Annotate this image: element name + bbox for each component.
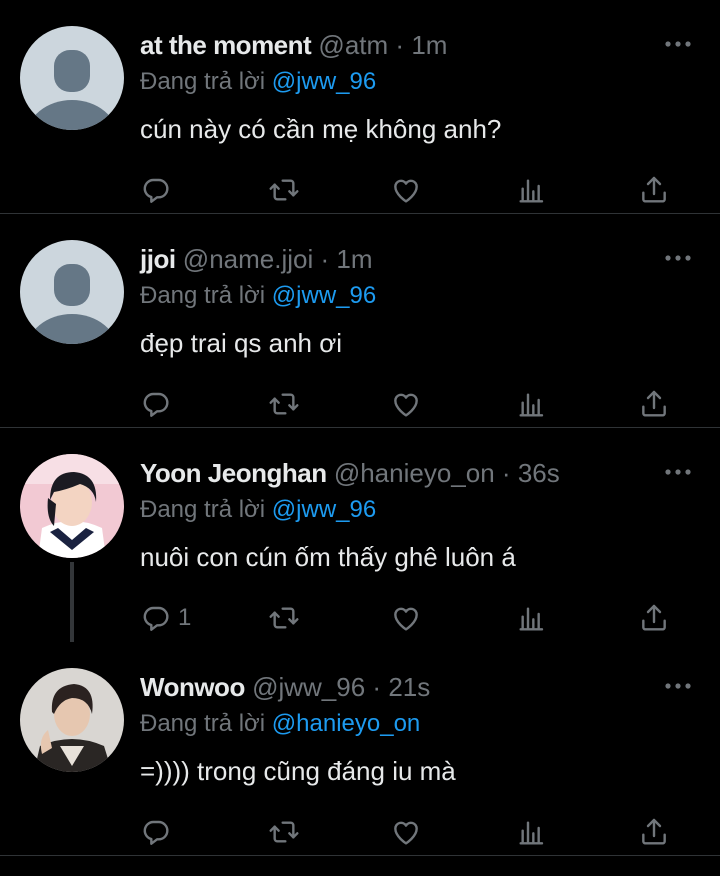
dot-separator: ·: [372, 672, 382, 702]
handle[interactable]: @hanieyo_on: [334, 458, 495, 488]
retweet-icon: [268, 388, 300, 420]
like-button[interactable]: [390, 172, 422, 208]
like-icon: [390, 388, 422, 420]
display-name[interactable]: at the moment: [140, 30, 312, 60]
avatar[interactable]: [20, 454, 124, 558]
views-button[interactable]: [516, 600, 548, 636]
share-button[interactable]: [638, 172, 670, 208]
tweet-actions: [140, 814, 680, 850]
mention-link[interactable]: @jww_96: [272, 282, 376, 309]
display-name[interactable]: jjoi: [140, 244, 176, 274]
replying-to-label: Đang trả lời: [140, 710, 266, 737]
timestamp[interactable]: 21s: [388, 672, 430, 702]
views-icon: [516, 388, 548, 420]
display-name[interactable]: Wonwoo: [140, 672, 245, 702]
avatar[interactable]: [20, 26, 124, 130]
dot-separator: ·: [320, 244, 330, 274]
profile-photo: [20, 454, 124, 558]
timestamp[interactable]: 36s: [518, 458, 560, 488]
tweet-header: jjoi @name.jjoi · 1m: [140, 244, 373, 275]
timestamp[interactable]: 1m: [411, 30, 447, 60]
share-button[interactable]: [638, 386, 670, 422]
display-name[interactable]: Yoon Jeonghan: [140, 458, 327, 488]
handle[interactable]: @atm: [318, 30, 388, 60]
reply-button[interactable]: [140, 386, 178, 422]
share-icon: [638, 816, 670, 848]
replying-to-label: Đang trả lời: [140, 282, 266, 309]
tweet[interactable]: at the moment @atm · 1m Đang trả lời @jw…: [0, 0, 720, 214]
mention-link[interactable]: @hanieyo_on: [272, 710, 420, 737]
views-button[interactable]: [516, 386, 548, 422]
views-button[interactable]: [516, 172, 548, 208]
views-icon: [516, 602, 548, 634]
more-icon[interactable]: [664, 466, 692, 478]
like-button[interactable]: [390, 600, 422, 636]
dot-separator: ·: [395, 30, 405, 60]
reply-icon: [140, 174, 172, 206]
views-icon: [516, 816, 548, 848]
reply-icon: [140, 816, 172, 848]
reply-button[interactable]: [140, 172, 178, 208]
tweet[interactable]: jjoi @name.jjoi · 1m Đang trả lời @jww_9…: [0, 214, 720, 428]
default-avatar-icon: [27, 50, 117, 130]
profile-photo: [20, 668, 124, 772]
more-icon[interactable]: [664, 38, 692, 50]
tweet-text: nuôi con cún ốm thấy ghê luôn á: [140, 542, 516, 572]
like-icon: [390, 816, 422, 848]
tweet-text: cún này có cần mẹ không anh?: [140, 114, 502, 144]
tweet[interactable]: Yoon Jeonghan @hanieyo_on · 36s Đang trả…: [0, 428, 720, 642]
replying-to-label: Đang trả lời: [140, 68, 266, 95]
reply-button[interactable]: [140, 814, 178, 850]
thread-line: [70, 562, 74, 642]
share-button[interactable]: [638, 600, 670, 636]
avatar[interactable]: [20, 668, 124, 772]
reply-count: 1: [178, 604, 192, 631]
handle[interactable]: @name.jjoi: [183, 244, 313, 274]
retweet-button[interactable]: [268, 814, 300, 850]
tweet-header: at the moment @atm · 1m: [140, 30, 447, 61]
views-icon: [516, 174, 548, 206]
handle[interactable]: @jww_96: [252, 672, 365, 702]
retweet-button[interactable]: [268, 386, 300, 422]
like-icon: [390, 174, 422, 206]
avatar[interactable]: [20, 240, 124, 344]
replying-to-label: Đang trả lời: [140, 496, 266, 523]
mention-link[interactable]: @jww_96: [272, 496, 376, 523]
share-icon: [638, 174, 670, 206]
reply-icon: [140, 602, 172, 634]
retweet-icon: [268, 602, 300, 634]
reply-button[interactable]: 1: [140, 600, 191, 636]
tweet-actions: [140, 172, 680, 208]
dot-separator: ·: [501, 458, 511, 488]
like-button[interactable]: [390, 814, 422, 850]
timestamp[interactable]: 1m: [336, 244, 372, 274]
like-icon: [390, 602, 422, 634]
replying-to: Đang trả lời @hanieyo_on: [140, 710, 420, 738]
more-icon[interactable]: [664, 252, 692, 264]
share-icon: [638, 602, 670, 634]
more-icon[interactable]: [664, 680, 692, 692]
default-avatar-icon: [27, 264, 117, 344]
tweet[interactable]: Wonwoo @jww_96 · 21s Đang trả lời @hanie…: [0, 642, 720, 856]
reply-icon: [140, 388, 172, 420]
retweet-icon: [268, 816, 300, 848]
tweet-text: đẹp trai qs anh ơi: [140, 328, 343, 358]
replying-to: Đang trả lời @jww_96: [140, 68, 376, 96]
like-button[interactable]: [390, 386, 422, 422]
mention-link[interactable]: @jww_96: [272, 68, 376, 95]
tweet-actions: 1: [140, 600, 680, 636]
share-icon: [638, 388, 670, 420]
replying-to: Đang trả lời @jww_96: [140, 496, 376, 524]
tweet-actions: [140, 386, 680, 422]
retweet-button[interactable]: [268, 600, 300, 636]
tweet-header: Wonwoo @jww_96 · 21s: [140, 672, 430, 703]
tweet-header: Yoon Jeonghan @hanieyo_on · 36s: [140, 458, 560, 489]
views-button[interactable]: [516, 814, 548, 850]
tweet-text: =)))) trong cũng đáng iu mà: [140, 756, 456, 786]
retweet-icon: [268, 174, 300, 206]
replying-to: Đang trả lời @jww_96: [140, 282, 376, 310]
share-button[interactable]: [638, 814, 670, 850]
retweet-button[interactable]: [268, 172, 300, 208]
